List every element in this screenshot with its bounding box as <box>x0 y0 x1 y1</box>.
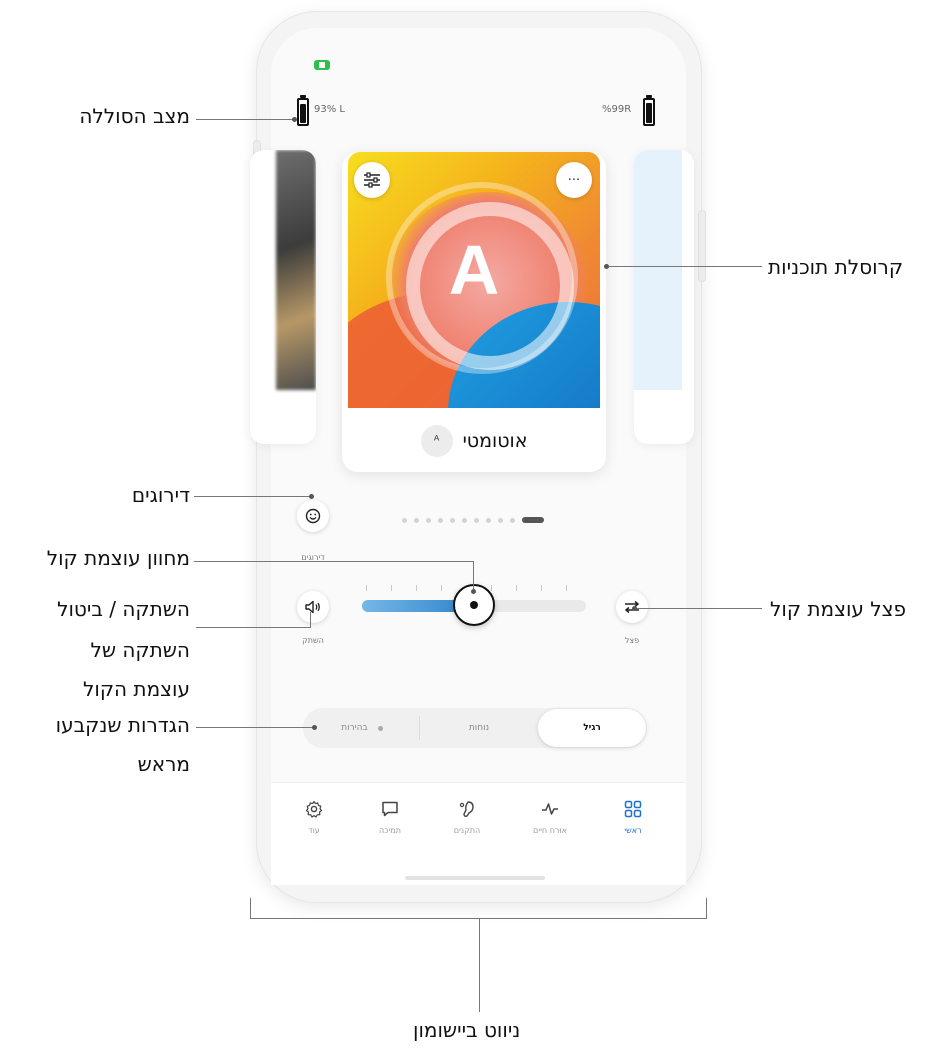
preset-clarity[interactable]: בהירות <box>305 708 419 748</box>
callout-split-volume: פצל עוצמת קול <box>770 597 907 621</box>
nav-more[interactable]: עוד <box>279 800 349 835</box>
hearing-aid-icon <box>432 800 502 822</box>
callout-mute-line3: עוצמת הקול <box>83 677 190 701</box>
callout-line-battery <box>196 119 294 120</box>
smile-icon <box>305 508 321 524</box>
home-indicator <box>405 876 545 880</box>
nav-devices-label: התקנים <box>453 826 481 835</box>
split-label: פצל <box>624 636 640 645</box>
carousel-dot[interactable] <box>438 518 443 523</box>
program-more-button[interactable]: ··· <box>556 162 592 198</box>
mute-button[interactable] <box>297 591 329 623</box>
carousel-dot-active[interactable] <box>522 517 544 523</box>
hearing-aid-auto-icon: ᴬ <box>420 425 453 457</box>
callout-line-carousel <box>608 266 762 267</box>
volume-tick <box>491 585 492 591</box>
sliders-icon <box>364 172 380 188</box>
nav-home[interactable]: ראשי <box>598 800 668 835</box>
callout-program-carousel: קרוסלת תוכניות <box>768 255 904 279</box>
volume-tick <box>416 585 417 591</box>
callout-line-split <box>636 608 762 609</box>
carousel-dot[interactable] <box>498 518 503 523</box>
volume-tick <box>391 585 392 591</box>
callout-presets-line1: הגדרות שנקבעו <box>55 713 190 737</box>
charging-icon <box>314 60 330 70</box>
program-name: אוטומטי <box>462 430 528 452</box>
volume-tick <box>441 585 442 591</box>
ellipsis-icon: ··· <box>567 172 581 188</box>
nav-more-label: עוד <box>308 826 320 835</box>
program-card[interactable]: A ··· ᴬ אוטומטי <box>342 152 606 472</box>
callout-line-ratings <box>194 496 310 497</box>
volume-tick <box>541 585 542 591</box>
nav-home-label: ראשי <box>624 826 642 835</box>
volume-tick <box>516 585 517 591</box>
carousel-dot[interactable] <box>450 518 455 523</box>
volume-tick <box>566 585 567 591</box>
carousel-dot[interactable] <box>510 518 515 523</box>
callout-point-carousel <box>604 264 609 269</box>
callout-point-ratings <box>309 494 314 499</box>
callout-mute-line1: השתקה / ביטול <box>57 597 190 621</box>
carousel-dot[interactable] <box>402 518 407 523</box>
preset-normal[interactable]: רגיל <box>538 709 646 747</box>
preset-clarity-label: בהירות <box>341 723 368 733</box>
program-image-next <box>634 150 682 390</box>
callout-battery-status: מצב הסוללה <box>79 104 190 128</box>
nav-lifestyle-label: אורח חיים <box>533 826 567 835</box>
carousel-dot[interactable] <box>426 518 431 523</box>
callout-point-split <box>632 606 637 611</box>
callout-point-volume-indicator <box>471 589 476 594</box>
carousel-card-next[interactable] <box>634 150 694 444</box>
callout-vline-mute <box>310 612 311 628</box>
bracket-left <box>250 898 251 918</box>
program-image-previous <box>276 150 316 390</box>
callout-app-navigation: ניווט ביישומון <box>413 1018 521 1042</box>
carousel-dot[interactable] <box>474 518 479 523</box>
carousel-card-previous[interactable] <box>250 150 316 444</box>
battery-left-percent: 93% L <box>314 104 345 115</box>
phone-side-button-right <box>698 210 706 282</box>
callout-presets-line2: מראש <box>137 752 190 776</box>
callout-volume-indicator: מחוון עוצמת קול <box>46 546 190 570</box>
callout-mute-line2: השתקה של <box>90 638 190 662</box>
preset-normal-label: רגיל <box>583 723 601 733</box>
bracket-right <box>706 898 707 918</box>
mute-label: השתק <box>302 636 324 645</box>
volume-tick <box>366 585 367 591</box>
gear-icon <box>279 800 349 822</box>
program-settings-button[interactable] <box>354 162 390 198</box>
carousel-dot[interactable] <box>486 518 491 523</box>
battery-right-icon <box>643 95 655 126</box>
preset-dot <box>377 725 383 731</box>
callout-line-presets <box>196 727 314 728</box>
speaker-icon <box>305 600 320 614</box>
battery-left-icon <box>297 95 309 126</box>
callout-line-volume-indicator <box>194 561 474 562</box>
callout-line-mute <box>196 627 310 628</box>
nav-lifestyle[interactable]: אורח חיים <box>515 800 585 835</box>
nav-support-label: תמיכה <box>379 826 401 835</box>
grid-icon <box>598 800 668 822</box>
chat-icon <box>355 800 425 822</box>
callout-ratings: דירוגים <box>131 483 190 507</box>
preset-comfort-label: נוחות <box>468 723 490 733</box>
carousel-dot[interactable] <box>414 518 419 523</box>
callout-vline-volume-indicator <box>473 561 474 591</box>
program-label-row: ᴬ אוטומטי <box>342 410 606 472</box>
carousel-dot[interactable] <box>462 518 467 523</box>
bracket-stem <box>479 918 480 1012</box>
callout-point-battery <box>292 117 297 122</box>
preset-comfort[interactable]: נוחות <box>420 708 538 748</box>
ratings-button[interactable] <box>297 500 329 532</box>
callout-point-presets <box>312 725 317 730</box>
activity-icon <box>515 800 585 822</box>
program-letter: A <box>448 231 500 309</box>
nav-devices[interactable]: התקנים <box>432 800 502 835</box>
battery-right-percent: %99R <box>602 104 632 115</box>
nav-support[interactable]: תמיכה <box>355 800 425 835</box>
